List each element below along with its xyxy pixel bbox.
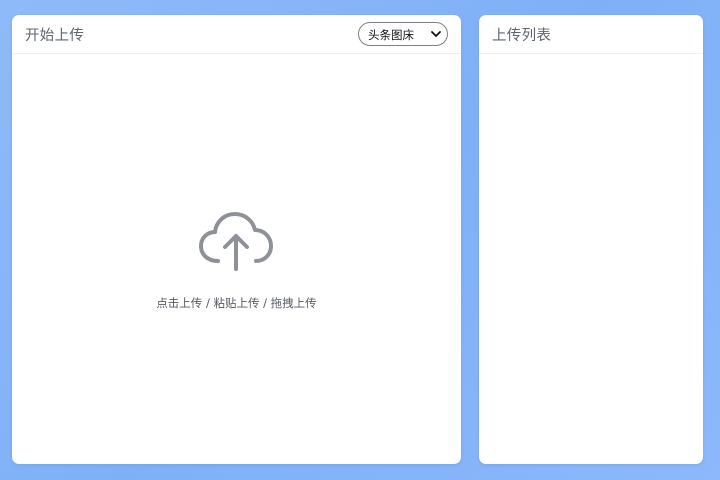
cloud-upload-icon <box>199 212 273 271</box>
image-host-selected-value: 头条图床 <box>368 28 414 42</box>
image-host-select[interactable]: 头条图床 <box>358 22 448 46</box>
upload-list-panel: 上传列表 <box>479 15 703 464</box>
upload-dropzone[interactable]: 点击上传 / 粘贴上传 / 拖拽上传 <box>12 54 461 464</box>
upload-panel-header: 开始上传 头条图床 <box>12 15 461 54</box>
upload-panel-title: 开始上传 <box>25 28 85 44</box>
upload-list <box>479 54 703 464</box>
upload-list-header: 上传列表 <box>479 15 703 54</box>
chevron-down-icon <box>431 31 441 37</box>
upload-hint-text: 点击上传 / 粘贴上传 / 拖拽上传 <box>156 296 317 310</box>
upload-list-title: 上传列表 <box>492 28 552 44</box>
upload-panel: 开始上传 头条图床 点击上传 / 粘贴上传 / 拖拽上传 <box>12 15 461 464</box>
